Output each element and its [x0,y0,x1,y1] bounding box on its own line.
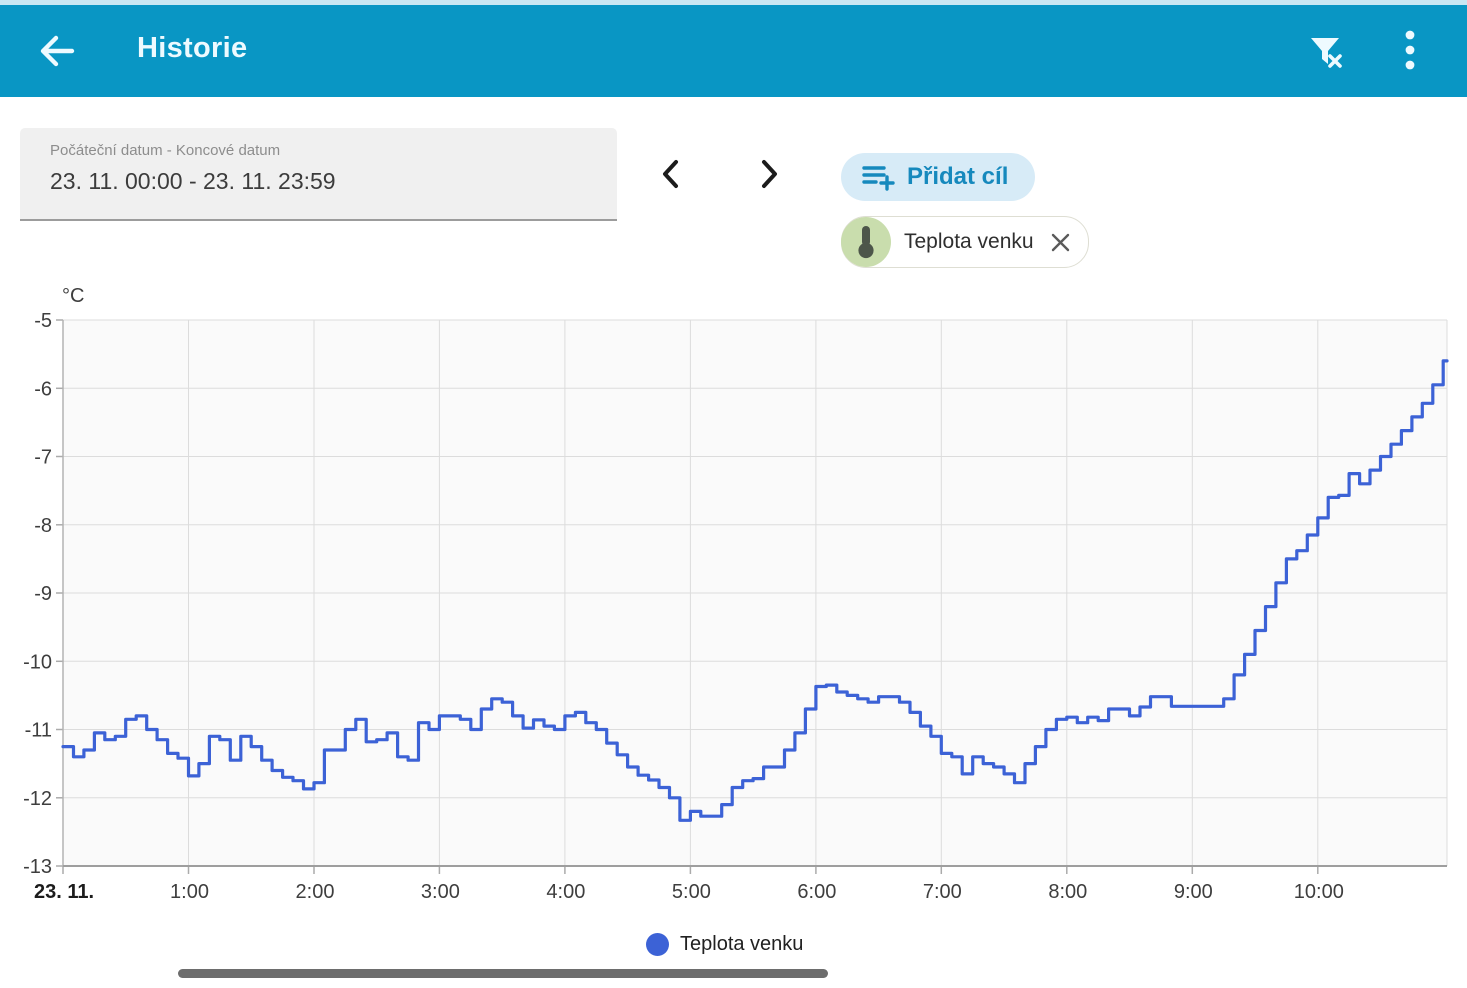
x-tick-label: 23. 11. [34,881,94,903]
thermometer-icon [841,217,891,267]
back-button[interactable] [32,27,80,75]
legend-marker [646,933,669,956]
y-tick-label: -11 [25,720,52,742]
add-goal-label: Přidat cíl [907,163,1008,191]
chip-label: Teplota venku [904,230,1034,254]
status-bar-strip [0,0,1467,5]
date-range-label: Počáteční datum - Koncové datum [50,142,280,159]
date-range-value: 23. 11. 00:00 - 23. 11. 23:59 [50,168,336,195]
x-tick-label: 2:00 [296,881,335,903]
chevron-left-icon [658,158,684,190]
history-screen: -5 -6 -7 -8 -9 -10 -11 -12 -13 23. 11. 1:00 2:00 3:0… [0,0,1467,988]
playlist-plus-icon [862,163,895,191]
y-tick-label: -9 [34,583,52,605]
dots-vertical-icon [1404,28,1416,72]
x-tick-label: 6:00 [797,881,836,903]
previous-period-button[interactable] [647,150,695,198]
date-range-field[interactable]: Počáteční datum - Koncové datum 23. 11. … [20,128,617,221]
x-tick-label: 1:00 [170,881,209,903]
horizontal-scrollbar[interactable] [178,969,828,978]
legend-label: Teplota venku [680,933,803,956]
add-goal-button[interactable]: Přidat cíl [841,153,1035,201]
page-title: Historie [137,32,247,65]
y-tick-label: -6 [34,378,52,400]
close-icon [1050,232,1071,253]
y-tick-label: -12 [23,788,52,810]
chart-legend: Teplota venku [646,933,803,956]
next-period-button[interactable] [745,150,793,198]
x-tick-label: 7:00 [923,881,962,903]
app-bar: Historie [0,0,1467,97]
overflow-menu-button[interactable] [1386,26,1434,74]
x-tick-label: 3:00 [421,881,460,903]
x-tick-label: 8:00 [1048,881,1087,903]
x-tick-label: 9:00 [1174,881,1213,903]
y-tick-label: -10 [23,651,52,673]
y-tick-label: -7 [34,447,52,469]
x-tick-label: 5:00 [672,881,711,903]
arrow-left-icon [34,29,78,73]
chevron-right-icon [756,158,782,190]
x-tick-label: 10:00 [1294,881,1344,903]
y-tick-label: -5 [34,310,52,332]
sensor-chip-teplota-venku[interactable]: Teplota venku [841,216,1089,268]
chip-remove-button[interactable] [1049,230,1073,254]
filter-remove-icon [1304,30,1346,72]
filter-clear-button[interactable] [1300,26,1350,76]
x-tick-label: 4:00 [546,881,585,903]
y-tick-label: -13 [23,856,52,878]
y-tick-label: -8 [34,515,52,537]
y-axis-unit-label: °C [62,285,84,308]
